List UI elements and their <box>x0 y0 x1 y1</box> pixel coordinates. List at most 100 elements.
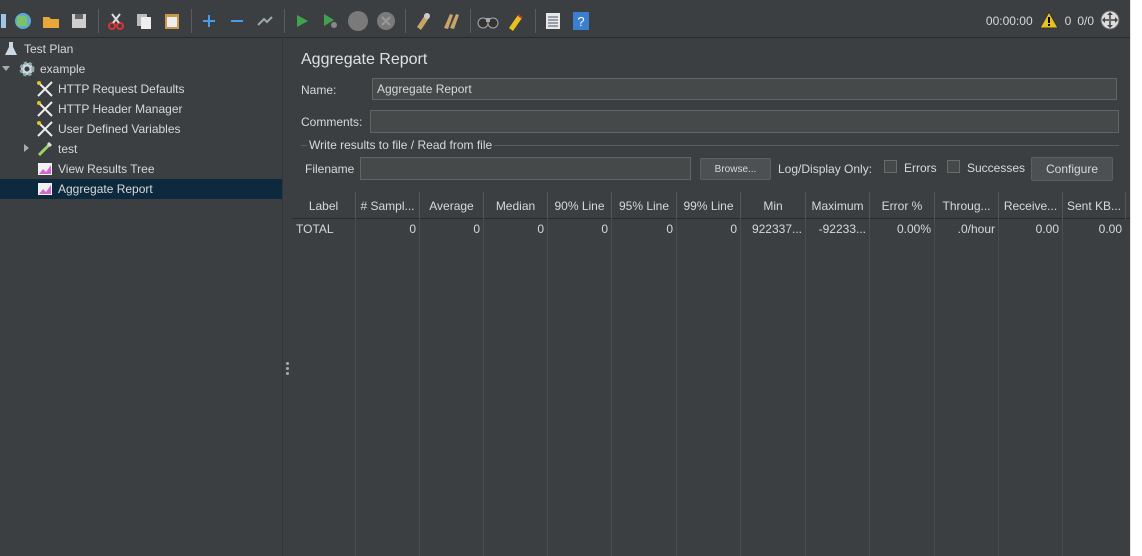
collapse-icon[interactable] <box>224 8 250 34</box>
config-wrench-icon <box>36 80 54 98</box>
tree-item-aggregate-report[interactable]: Aggregate Report <box>0 179 282 199</box>
start-icon[interactable] <box>289 8 315 34</box>
column-divider <box>547 219 548 556</box>
shutdown-icon[interactable] <box>373 8 399 34</box>
tree-item-label: Test Plan <box>24 42 74 56</box>
collapsed-arrow-icon[interactable] <box>22 144 32 154</box>
column-header[interactable]: 99% Line <box>677 192 741 219</box>
warning-icon[interactable] <box>1038 10 1059 32</box>
expanded-arrow-icon[interactable] <box>2 64 12 74</box>
table-cell: .0/hour <box>957 222 995 236</box>
open-icon[interactable] <box>38 8 64 34</box>
column-divider <box>483 219 484 556</box>
divider-grip <box>286 362 289 365</box>
clear-all-icon[interactable] <box>438 8 464 34</box>
templates-icon[interactable] <box>0 8 8 34</box>
column-header[interactable]: Receive... <box>999 192 1063 219</box>
tree-item-label: test <box>58 142 78 156</box>
table-cell: TOTAL <box>296 222 334 236</box>
tree-item-example[interactable]: example <box>2 59 85 79</box>
elapsed-time: 00:00:00 <box>985 14 1033 28</box>
thread-count: 0/0 <box>1077 14 1094 28</box>
divider-grip <box>286 367 289 370</box>
column-header[interactable]: # Sampl... <box>356 192 420 219</box>
column-header[interactable]: Error % <box>870 192 935 219</box>
filename-label: Filename <box>305 162 355 176</box>
successes-checkbox[interactable] <box>947 160 960 173</box>
comments-field[interactable] <box>370 110 1119 133</box>
tree-item-http-header-manager[interactable]: HTTP Header Manager <box>36 99 183 119</box>
column-header[interactable]: Median <box>484 192 548 219</box>
tree-item-label: Aggregate Report <box>58 182 153 196</box>
split-pane-divider[interactable] <box>282 39 291 556</box>
toggle-icon[interactable] <box>252 8 278 34</box>
search-icon[interactable] <box>475 8 501 34</box>
table-cell: 0 <box>666 222 673 236</box>
tree-item-http-request-defaults[interactable]: HTTP Request Defaults <box>36 79 185 99</box>
errors-label: Errors <box>904 161 937 175</box>
column-header[interactable]: Label <box>292 192 356 219</box>
copy-icon[interactable] <box>131 8 157 34</box>
file-group-title: Write results to file / Read from file <box>307 138 495 152</box>
table-cell: 0.00 <box>1035 222 1059 236</box>
expand-icon[interactable] <box>196 8 222 34</box>
warning-count: 0 <box>1064 14 1072 28</box>
help-icon[interactable]: ? <box>568 8 594 34</box>
reset-search-icon[interactable] <box>503 8 529 34</box>
tree-item-label: User Defined Variables <box>58 122 181 136</box>
aggregate-table[interactable]: Label # Sampl... Average Median 90% Line 95% … <box>292 192 1130 556</box>
table-cell: 0 <box>537 222 544 236</box>
table-cell: 0 <box>601 222 608 236</box>
log-display-label: Log/Display Only: <box>778 162 873 176</box>
remote-status-icon[interactable] <box>1100 10 1120 33</box>
table-cell: 0.00% <box>896 222 931 236</box>
table-cell: 0 <box>409 222 416 236</box>
clear-icon[interactable] <box>410 8 436 34</box>
main-toolbar: ? 00:00:00 0 0/0 <box>0 4 1130 38</box>
comments-label: Comments: <box>301 115 363 129</box>
errors-checkbox[interactable] <box>884 160 897 173</box>
stop-icon[interactable] <box>345 8 371 34</box>
tree-item-user-defined-variables[interactable]: User Defined Variables <box>36 119 181 139</box>
table-row[interactable]: TOTAL 0 0 0 0 0 0 922337... -92233... 0.00% .0/hou… <box>292 219 1130 239</box>
cut-icon[interactable] <box>103 8 129 34</box>
toolbar-separator <box>405 8 406 33</box>
name-field[interactable]: Aggregate Report <box>372 78 1117 100</box>
column-divider <box>805 219 806 556</box>
column-header[interactable]: Maximum <box>806 192 870 219</box>
tree-item-test[interactable]: test <box>22 139 77 159</box>
listener-chart-icon <box>36 160 54 178</box>
table-header: Label # Sampl... Average Median 90% Line 95% … <box>292 192 1130 219</box>
function-helper-icon[interactable] <box>540 8 566 34</box>
tree-item-view-results-tree[interactable]: View Results Tree <box>36 159 155 179</box>
window-edge <box>1130 0 1142 556</box>
new-plan-icon[interactable] <box>10 8 36 34</box>
browse-button[interactable]: Browse... <box>700 158 771 180</box>
filename-field[interactable] <box>360 157 691 180</box>
column-header[interactable]: Average <box>420 192 484 219</box>
column-header[interactable]: 90% Line <box>548 192 612 219</box>
paste-icon[interactable] <box>159 8 185 34</box>
svg-text:?: ? <box>577 14 584 29</box>
tree-item-test-plan[interactable]: Test Plan <box>2 39 73 59</box>
sampler-pipette-icon <box>36 140 54 158</box>
test-plan-icon <box>2 40 20 58</box>
column-header[interactable]: Throug... <box>935 192 999 219</box>
toolbar-separator <box>284 8 285 33</box>
table-cell: -92233... <box>818 222 866 236</box>
column-header[interactable]: Min <box>741 192 806 219</box>
configure-button[interactable]: Configure <box>1031 157 1113 181</box>
column-divider <box>419 219 420 556</box>
page-title: Aggregate Report <box>301 51 428 68</box>
jmeter-window: ? 00:00:00 0 0/0 Test Plan example HTTP … <box>0 0 1130 556</box>
test-plan-tree: Test Plan example HTTP Request Defaults … <box>0 39 282 556</box>
status-area: 00:00:00 0 0/0 <box>986 4 1120 38</box>
column-header[interactable]: Sent KB... <box>1063 192 1126 219</box>
start-no-pause-icon[interactable] <box>317 8 343 34</box>
tree-item-label: example <box>40 62 86 76</box>
column-divider <box>998 219 999 556</box>
column-header[interactable]: 95% Line <box>612 192 677 219</box>
save-icon[interactable] <box>66 8 92 34</box>
tree-item-label: HTTP Request Defaults <box>58 82 185 96</box>
aggregate-report-panel: Aggregate Report Name: Aggregate Report … <box>291 39 1130 556</box>
